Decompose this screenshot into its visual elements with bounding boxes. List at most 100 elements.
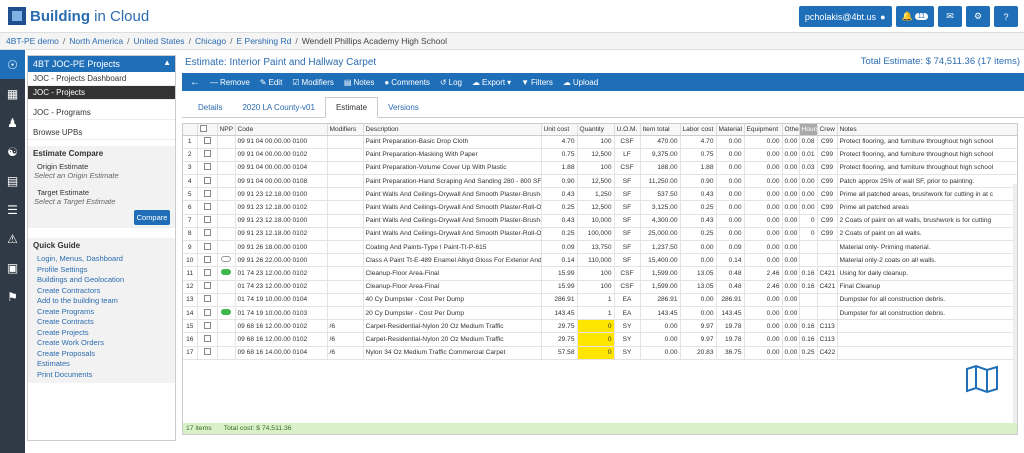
- row-checkbox[interactable]: [203, 176, 211, 184]
- table-cell[interactable]: 0.00: [782, 253, 800, 268]
- column-header[interactable]: Item total: [640, 124, 681, 136]
- table-cell[interactable]: C421: [817, 266, 838, 281]
- table-cell[interactable]: 09 68 16 12.00.00 0102: [235, 332, 328, 347]
- table-cell[interactable]: Cleanup-Floor Area-Final: [363, 280, 542, 294]
- table-cell[interactable]: Using for daily cleanup.: [837, 266, 1017, 281]
- npp-cell[interactable]: [217, 240, 236, 255]
- table-cell[interactable]: [327, 148, 364, 162]
- back-icon[interactable]: ←: [190, 77, 200, 88]
- table-row[interactable]: 16 09 68 16 12.00.00 0102/6 Carpet-Residen…: [183, 332, 1017, 347]
- table-cell[interactable]: 2.46: [744, 266, 783, 281]
- table-cell[interactable]: 4.70: [680, 135, 717, 149]
- npp-cell[interactable]: [217, 266, 236, 281]
- table-cell[interactable]: 19.78: [716, 332, 745, 347]
- table-cell[interactable]: SF: [614, 253, 641, 268]
- table-cell[interactable]: 0: [577, 319, 615, 334]
- quick-guide-link[interactable]: Add to the building team: [33, 296, 170, 307]
- table-cell[interactable]: Dumpster for all construction debris.: [837, 306, 1017, 321]
- row-checkbox-cell[interactable]: [197, 280, 218, 294]
- table-cell[interactable]: [327, 135, 364, 149]
- table-cell[interactable]: 15.99: [541, 266, 578, 281]
- filters-button[interactable]: ▼ Filters: [521, 78, 553, 87]
- quick-guide-link[interactable]: Profile Settings: [33, 265, 170, 276]
- npp-cell[interactable]: [217, 346, 236, 360]
- table-cell[interactable]: 09 91 23 12.18.00 0100: [235, 214, 328, 228]
- column-header[interactable]: Hours: [799, 124, 818, 136]
- row-checkbox-cell[interactable]: [197, 187, 218, 202]
- table-cell[interactable]: Prime all patched areas: [837, 200, 1017, 215]
- nav-building-icon[interactable]: ▦: [0, 79, 25, 108]
- table-cell[interactable]: 100,000: [577, 227, 615, 242]
- table-cell[interactable]: /6: [327, 319, 364, 334]
- npp-cell[interactable]: [217, 148, 236, 162]
- crumb-country[interactable]: United States: [134, 36, 185, 46]
- table-cell[interactable]: 19.78: [716, 319, 745, 334]
- table-cell[interactable]: Protect flooring, and furniture througho…: [837, 135, 1017, 149]
- table-cell[interactable]: 0.00: [782, 200, 800, 215]
- help-button[interactable]: ?: [994, 6, 1018, 27]
- row-checkbox-cell[interactable]: [197, 253, 218, 268]
- tab-la-county[interactable]: 2020 LA County-v01: [232, 98, 325, 117]
- table-cell[interactable]: SF: [614, 214, 641, 228]
- table-cell[interactable]: CSF: [614, 161, 641, 176]
- table-cell[interactable]: SF: [614, 240, 641, 255]
- table-cell[interactable]: 0.00: [744, 187, 783, 202]
- table-row[interactable]: 5 09 91 23 12.18.00 0100 Paint Walls And C…: [183, 187, 1017, 202]
- table-cell[interactable]: Carpet-Residential-Nylon 20 Oz Medium Tr…: [363, 319, 542, 334]
- table-cell[interactable]: 110,000: [577, 253, 615, 268]
- table-cell[interactable]: 09 68 16 12.00.00 0102: [235, 319, 328, 334]
- quick-guide-link[interactable]: Print Documents: [33, 370, 170, 381]
- table-cell[interactable]: C99: [817, 214, 838, 228]
- table-cell[interactable]: 4.70: [541, 135, 578, 149]
- table-cell[interactable]: 286.91: [716, 293, 745, 307]
- table-cell[interactable]: C99: [817, 174, 838, 189]
- table-cell[interactable]: 2.46: [744, 280, 783, 294]
- table-cell[interactable]: Nylon 34 Oz Medium Traffic Commercial Ca…: [363, 346, 542, 360]
- edit-button[interactable]: ✎ Edit: [260, 78, 283, 87]
- table-cell[interactable]: 09 91 23 12.18.00 0102: [235, 227, 328, 242]
- nav-tag-icon[interactable]: ⚑: [0, 282, 25, 311]
- table-cell[interactable]: 0.00: [744, 332, 783, 347]
- table-cell[interactable]: C99: [817, 161, 838, 176]
- panel-item-projects[interactable]: JOC - Projects: [28, 86, 175, 100]
- tab-versions[interactable]: Versions: [378, 98, 429, 117]
- column-header[interactable]: Othe: [782, 124, 800, 136]
- table-row[interactable]: 14 01 74 19 10.00.00 0103 20 Cy Dumpster -…: [183, 306, 1017, 321]
- quick-guide-link[interactable]: Estimates: [33, 359, 170, 370]
- table-cell[interactable]: C99: [817, 187, 838, 202]
- npp-cell[interactable]: [217, 293, 236, 307]
- table-cell[interactable]: [837, 346, 1017, 360]
- quick-guide-link[interactable]: Create Work Orders: [33, 338, 170, 349]
- table-cell[interactable]: CSF: [614, 266, 641, 281]
- table-cell[interactable]: 0.48: [716, 280, 745, 294]
- table-cell[interactable]: Coating And Paints-Type I Paint-Tt-P-615: [363, 240, 542, 255]
- table-cell[interactable]: 01 74 23 12.00.00 0102: [235, 266, 328, 281]
- table-cell[interactable]: [327, 200, 364, 215]
- table-cell[interactable]: C113: [817, 319, 838, 334]
- row-checkbox[interactable]: [203, 163, 211, 171]
- column-header[interactable]: Equipment: [744, 124, 783, 136]
- nav-users-icon[interactable]: ♟: [0, 108, 25, 137]
- table-cell[interactable]: 9,375.00: [640, 148, 681, 162]
- table-cell[interactable]: 0.00: [782, 135, 800, 149]
- table-cell[interactable]: 0.00: [744, 240, 783, 255]
- table-cell[interactable]: C99: [817, 200, 838, 215]
- table-row[interactable]: 12 01 74 23 12.00.00 0102 Cleanup-Floor Ar…: [183, 280, 1017, 294]
- table-cell[interactable]: 57.58: [541, 346, 578, 360]
- table-cell[interactable]: 1,250: [577, 187, 615, 202]
- column-header[interactable]: Quantity: [577, 124, 615, 136]
- quick-guide-link[interactable]: Create Contracts: [33, 317, 170, 328]
- table-row[interactable]: 11 01 74 23 12.00.00 0102 Cleanup-Floor Ar…: [183, 266, 1017, 281]
- row-checkbox-cell[interactable]: [197, 332, 218, 347]
- table-cell[interactable]: 0: [799, 214, 818, 228]
- table-cell[interactable]: C99: [817, 227, 838, 242]
- table-cell[interactable]: 2 Coats of paint on all walls.: [837, 227, 1017, 242]
- crumb-account[interactable]: 4BT-PE demo: [6, 36, 59, 46]
- table-cell[interactable]: 0.00: [680, 293, 717, 307]
- table-cell[interactable]: 470.00: [640, 135, 681, 149]
- table-cell[interactable]: 0.00: [680, 240, 717, 255]
- nav-warning-icon[interactable]: ⚠: [0, 224, 25, 253]
- row-checkbox-cell[interactable]: [197, 306, 218, 321]
- quick-guide-link[interactable]: Create Projects: [33, 328, 170, 339]
- table-cell[interactable]: 0.75: [680, 148, 717, 162]
